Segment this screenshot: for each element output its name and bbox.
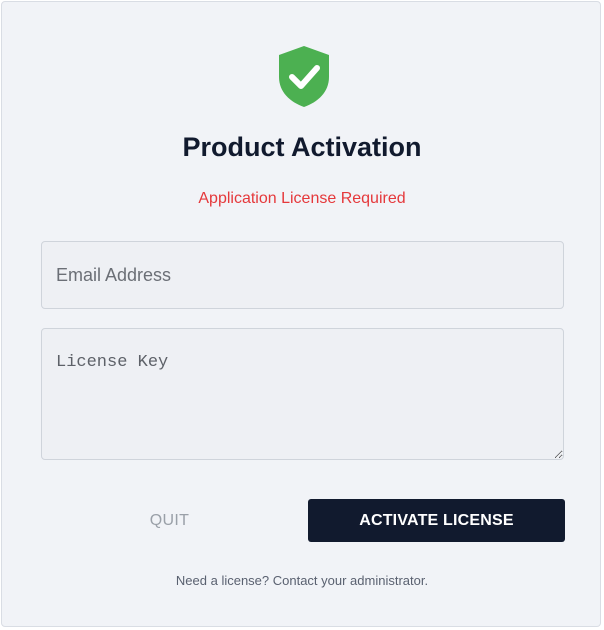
shield-check-icon [279, 46, 329, 107]
license-key-field[interactable] [41, 328, 564, 460]
quit-button[interactable]: QUIT [41, 499, 298, 542]
license-status-message: Application License Required [198, 190, 406, 207]
page-title: Product Activation [182, 132, 422, 162]
email-field[interactable] [41, 241, 564, 309]
activation-dialog: Product Activation Application License R… [1, 1, 601, 627]
activate-license-button[interactable]: ACTIVATE LICENSE [308, 499, 565, 542]
help-text: Need a license? Contact your administrat… [175, 573, 429, 588]
